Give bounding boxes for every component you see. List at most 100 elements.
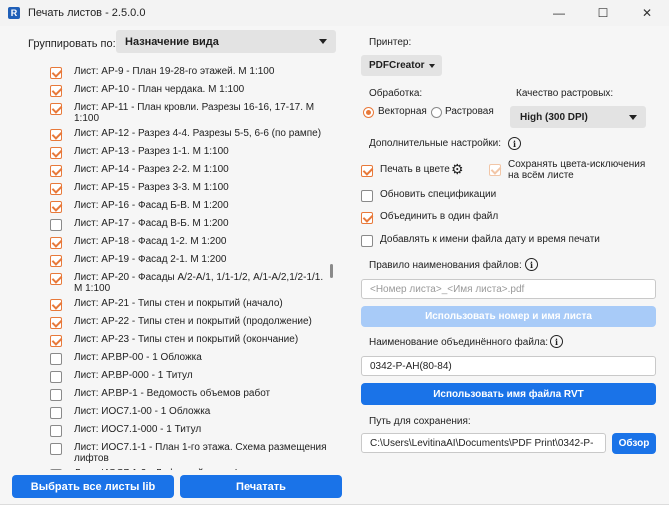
update-specs-label[interactable]: Обновить спецификации [380, 189, 496, 200]
sheet-label: Лист: АР-14 - Разрез 2-2. М 1:100 [74, 164, 229, 175]
naming-rule-label: Правило наименования файлов: [369, 260, 522, 271]
sheet-checkbox[interactable] [50, 425, 62, 437]
close-button[interactable]: ✕ [625, 0, 669, 26]
maximize-button[interactable]: ☐ [581, 0, 625, 26]
keep-exception-colors-label-line-2: на всём листе [508, 170, 574, 181]
sheet-label: Лист: АР-18 - Фасад 1-2. М 1:200 [74, 236, 227, 247]
merge-files-label[interactable]: Объединить в один файл [380, 211, 498, 222]
sheet-list-item[interactable]: Лист: АР.ВР-000 - 1 Титул [50, 368, 328, 386]
sheet-list-item[interactable]: Лист: ИОС7.1-00 - 1 Обложка [50, 404, 328, 422]
sheet-checkbox[interactable] [50, 407, 62, 419]
sheet-checkbox[interactable] [50, 237, 62, 249]
add-date-label[interactable]: Добавлять к имени файла дату и время печ… [380, 234, 600, 245]
sheet-checkbox[interactable] [50, 317, 62, 329]
keep-exception-colors-label-line-1: Сохранять цвета-исключения [508, 159, 646, 170]
print-button[interactable]: Печатать [180, 475, 342, 498]
gear-icon[interactable]: ⚙ [451, 162, 464, 176]
raster-radio[interactable] [431, 107, 442, 118]
sheet-label: Лист: АР-19 - Фасад 2-1. М 1:200 [74, 254, 227, 265]
sheet-list-item[interactable]: Лист: АР-16 - Фасад Б-В. М 1:200 [50, 198, 328, 216]
keep-exception-colors-checkbox[interactable] [489, 164, 501, 176]
color-print-label[interactable]: Печать в цвете [380, 164, 450, 175]
sheet-label: Лист: АР-12 - Разрез 4-4. Разрезы 5-5, 6… [74, 128, 322, 139]
sheet-list-item[interactable]: Лист: АР-10 - План чердака. М 1:100 [50, 82, 328, 100]
vector-radio[interactable] [363, 107, 374, 118]
processing-label: Обработка: [369, 88, 423, 99]
printer-dropdown[interactable]: PDFCreator [361, 55, 442, 76]
browse-button[interactable]: Обзор [612, 433, 656, 454]
info-icon[interactable]: i [525, 258, 538, 271]
sheet-list-scrollbar[interactable] [330, 264, 333, 278]
sheet-checkbox[interactable] [50, 183, 62, 195]
sheet-checkbox[interactable] [50, 299, 62, 311]
sheet-list-item[interactable]: Лист: ИОС7.1-2 - Лифтовый узел. Фрагмент… [50, 466, 328, 470]
naming-rule-input[interactable]: <Номер листа>_<Имя листа>.pdf [361, 279, 656, 299]
revit-app-icon: R [8, 7, 20, 19]
sheet-checkbox[interactable] [50, 273, 62, 285]
sheet-checkbox[interactable] [50, 469, 62, 470]
sheet-list-item[interactable]: Лист: АР-12 - Разрез 4-4. Разрезы 5-5, 6… [50, 126, 328, 144]
extra-settings-label: Дополнительные настройки: [369, 138, 502, 149]
sheet-list-item[interactable]: Лист: АР-15 - Разрез 3-3. М 1:100 [50, 180, 328, 198]
sheet-list-item[interactable]: Лист: АР-13 - Разрез 1-1. М 1:100 [50, 144, 328, 162]
use-rvt-name-button[interactable]: Использовать имя файла RVT [361, 383, 656, 405]
sheet-checkbox[interactable] [50, 67, 62, 79]
keep-exception-colors-label[interactable]: Сохранять цвета-исключения на всём листе [508, 159, 645, 181]
group-by-dropdown[interactable]: Назначение вида [116, 30, 336, 53]
printer-label: Принтер: [369, 37, 412, 48]
save-path-input[interactable]: C:\Users\LevitinaAI\Documents\PDF Print\… [361, 433, 606, 453]
sheet-checkbox[interactable] [50, 353, 62, 365]
merged-name-input[interactable]: 0342-Р-АН(80-84) [361, 356, 656, 376]
printer-value: PDFCreator [369, 60, 425, 71]
sheet-checkbox[interactable] [50, 201, 62, 213]
quality-value: High (300 DPI) [520, 111, 588, 123]
update-specs-checkbox[interactable] [361, 190, 373, 202]
sheet-label: Лист: АР-20 - Фасады А/2-А/1, 1/1-1/2, А… [74, 272, 324, 294]
sheet-list-item[interactable]: Лист: АР-9 - План 19-28-го этажей. М 1:1… [50, 64, 328, 82]
quality-dropdown[interactable]: High (300 DPI) [510, 106, 646, 128]
color-print-checkbox[interactable] [361, 165, 373, 177]
minimize-button[interactable]: — [537, 0, 581, 26]
use-number-name-button[interactable]: Использовать номер и имя листа [361, 306, 656, 327]
sheet-list-item[interactable]: Лист: АР.ВР-1 - Ведомость объемов работ [50, 386, 328, 404]
save-path-label: Путь для сохранения: [369, 416, 471, 427]
chevron-down-icon [319, 39, 327, 44]
background-drawing-strip [0, 504, 669, 512]
info-icon[interactable]: i [550, 335, 563, 348]
sheet-label: Лист: ИОС7.1-1 - План 1-го этажа. Схема … [74, 442, 327, 464]
sheet-list-item[interactable]: Лист: АР-21 - Типы стен и покрытий (нача… [50, 296, 328, 314]
sheet-label: Лист: АР-10 - План чердака. М 1:100 [74, 84, 245, 95]
sheet-list-item[interactable]: Лист: ИОС7.1-1 - План 1-го этажа. Схема … [50, 440, 328, 466]
sheet-checkbox[interactable] [50, 129, 62, 141]
sheet-list-item[interactable]: Лист: АР-19 - Фасад 2-1. М 1:200 [50, 252, 328, 270]
sheet-checkbox[interactable] [50, 255, 62, 267]
group-by-label: Группировать по: [28, 38, 116, 50]
info-icon[interactable]: i [508, 137, 521, 150]
sheet-checkbox[interactable] [50, 85, 62, 97]
sheet-list-item[interactable]: Лист: ИОС7.1-000 - 1 Титул [50, 422, 328, 440]
sheet-checkbox[interactable] [50, 389, 62, 401]
merge-files-checkbox[interactable] [361, 212, 373, 224]
group-by-row: Группировать по: [28, 33, 116, 55]
sheet-checkbox[interactable] [50, 371, 62, 383]
raster-radio-label[interactable]: Растровая [445, 106, 494, 117]
sheet-list-item[interactable]: Лист: АР-23 - Типы стен и покрытий (окон… [50, 332, 328, 350]
sheet-list-item[interactable]: Лист: АР-20 - Фасады А/2-А/1, 1/1-1/2, А… [50, 270, 328, 296]
chevron-down-icon [629, 115, 637, 120]
sheet-checkbox[interactable] [50, 147, 62, 159]
vector-radio-label[interactable]: Векторная [378, 106, 427, 117]
sheet-list-item[interactable]: Лист: АР-22 - Типы стен и покрытий (прод… [50, 314, 328, 332]
sheet-checkbox[interactable] [50, 103, 62, 115]
sheet-list-item[interactable]: Лист: АР-11 - План кровли. Разрезы 16-16… [50, 100, 328, 126]
add-date-checkbox[interactable] [361, 235, 373, 247]
sheet-list-item[interactable]: Лист: АР-14 - Разрез 2-2. М 1:100 [50, 162, 328, 180]
sheet-list-item[interactable]: Лист: АР.ВР-00 - 1 Обложка [50, 350, 328, 368]
sheet-checkbox[interactable] [50, 335, 62, 347]
sheet-checkbox[interactable] [50, 443, 62, 455]
sheet-checkbox[interactable] [50, 219, 62, 231]
sheet-checkbox[interactable] [50, 165, 62, 177]
sheet-list-item[interactable]: Лист: АР-17 - Фасад В-Б. М 1:200 [50, 216, 328, 234]
sheet-list[interactable]: Лист: АР-9 - План 19-28-го этажей. М 1:1… [50, 64, 328, 470]
sheet-list-item[interactable]: Лист: АР-18 - Фасад 1-2. М 1:200 [50, 234, 328, 252]
select-all-sheets-button[interactable]: Выбрать все листы lib [12, 475, 174, 498]
